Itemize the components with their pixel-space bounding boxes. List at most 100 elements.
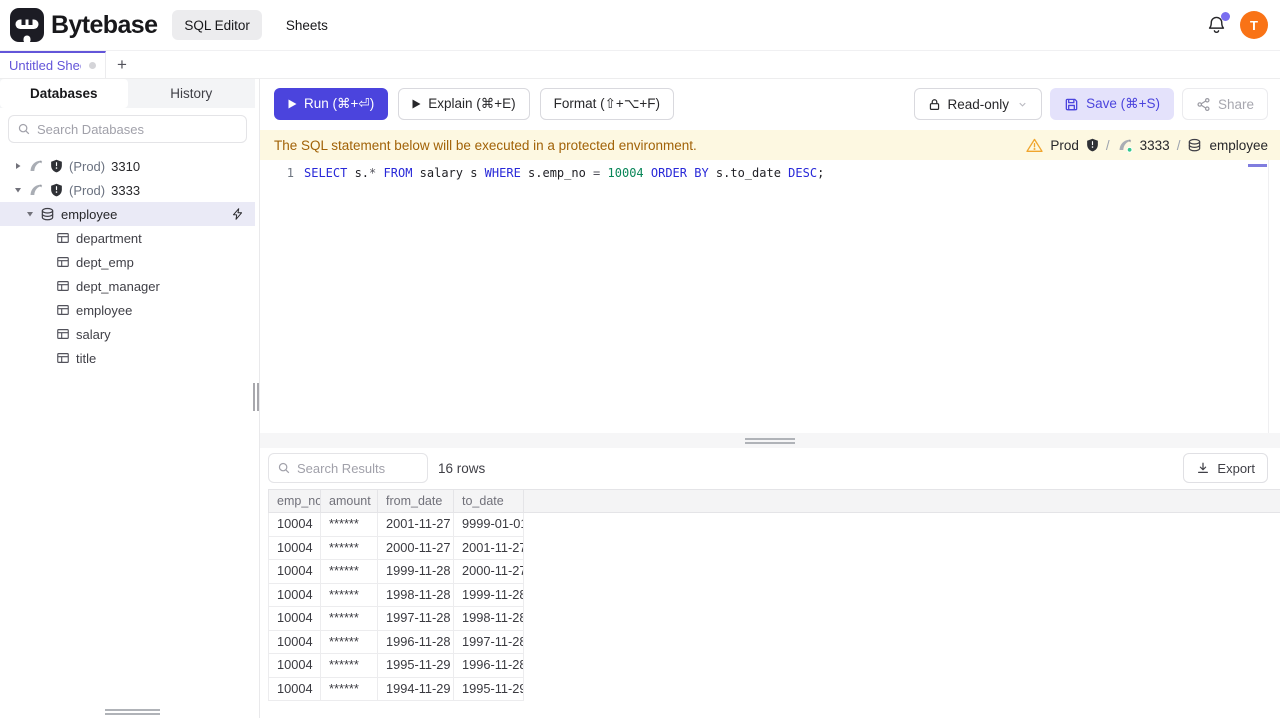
new-sheet-button[interactable]: +	[106, 51, 138, 78]
table-name: salary	[76, 326, 111, 342]
table-row[interactable]: 10004 ****** 2000-11-27 2001-11-27	[268, 536, 524, 560]
save-button[interactable]: Save (⌘+S)	[1050, 88, 1174, 120]
table-row[interactable]: 10004 ****** 2001-11-27 9999-01-01	[268, 513, 524, 537]
cell[interactable]: ******	[321, 607, 378, 631]
download-icon	[1196, 461, 1210, 475]
cell[interactable]: ******	[321, 513, 378, 537]
user-avatar[interactable]: T	[1240, 11, 1268, 39]
sidebar-bottom-resize-handle[interactable]	[105, 709, 160, 715]
share-button[interactable]: Share	[1181, 88, 1268, 120]
caret-right-icon[interactable]	[14, 162, 22, 170]
database-search	[8, 115, 247, 143]
tree-item-table[interactable]: dept_manager	[0, 274, 255, 298]
results-search	[268, 453, 428, 483]
notification-badge	[1221, 12, 1230, 21]
results-search-input[interactable]	[297, 460, 419, 476]
nav-item-sheets[interactable]: Sheets	[274, 10, 340, 40]
caret-down-icon[interactable]	[14, 186, 22, 194]
cell[interactable]: 1998-11-28	[454, 607, 524, 631]
tab-databases[interactable]: Databases	[0, 79, 128, 108]
cell[interactable]: ******	[321, 677, 378, 701]
cell[interactable]: 10004	[269, 536, 321, 560]
cell[interactable]: 1999-11-28	[454, 583, 524, 607]
tree-item-table[interactable]: salary	[0, 322, 255, 346]
export-button[interactable]: Export	[1183, 453, 1268, 483]
sidebar-resize-handle[interactable]	[253, 383, 259, 411]
tab-history[interactable]: History	[128, 79, 256, 108]
cell[interactable]: 10004	[269, 607, 321, 631]
cell[interactable]: 1995-11-29	[378, 654, 454, 678]
protection-banner: The SQL statement below will be executed…	[260, 130, 1280, 160]
readonly-mode-dropdown[interactable]: Read-only	[913, 88, 1043, 120]
sheet-tab-untitled[interactable]: Untitled Sheet	[0, 51, 106, 78]
table-row[interactable]: 10004 ****** 1996-11-28 1997-11-28	[268, 630, 524, 654]
tree-item-table[interactable]: employee	[0, 298, 255, 322]
table-row[interactable]: 10004 ****** 1994-11-29 1995-11-29	[268, 677, 524, 701]
column-header-from_date[interactable]: from_date	[378, 490, 454, 512]
table-row[interactable]: 10004 ****** 1999-11-28 2000-11-27	[268, 560, 524, 584]
cell[interactable]: ******	[321, 630, 378, 654]
cell[interactable]: 2000-11-27	[454, 560, 524, 584]
database-label[interactable]: employee	[1209, 138, 1268, 153]
cell[interactable]: 1995-11-29	[454, 677, 524, 701]
editor-results-resize-handle[interactable]	[745, 437, 795, 444]
database-icon	[1187, 138, 1202, 153]
nav-item-sql-editor[interactable]: SQL Editor	[172, 10, 262, 40]
table-row[interactable]: 10004 ****** 1997-11-28 1998-11-28	[268, 607, 524, 631]
cell[interactable]: 1999-11-28	[378, 560, 454, 584]
cell[interactable]: 2001-11-27	[454, 536, 524, 560]
run-button[interactable]: Run (⌘+⏎)	[274, 88, 389, 120]
cell[interactable]: 9999-01-01	[454, 513, 524, 537]
cell[interactable]: 1997-11-28	[378, 607, 454, 631]
tree-item-instance[interactable]: (Prod) 3333	[0, 178, 255, 202]
tree-item-table[interactable]: department	[0, 226, 255, 250]
tree-item-instance[interactable]: (Prod) 3310	[0, 154, 255, 178]
cell[interactable]: 10004	[269, 654, 321, 678]
cell[interactable]: 10004	[269, 560, 321, 584]
cell[interactable]: 1998-11-28	[378, 583, 454, 607]
connection-breadcrumb: Prod / 3333 / employee	[1026, 137, 1268, 153]
format-button[interactable]: Format (⇧+⌥+F)	[539, 88, 675, 120]
brand[interactable]: Bytebase	[10, 8, 158, 42]
instance-label[interactable]: 3333	[1140, 138, 1170, 153]
tree-item-database[interactable]: employee	[0, 202, 255, 226]
lightning-icon[interactable]	[231, 207, 244, 221]
cell[interactable]: ******	[321, 654, 378, 678]
mysql-icon	[28, 158, 44, 174]
main-panel: Run (⌘+⏎) Explain (⌘+E) Format (⇧+⌥+F) R…	[259, 79, 1280, 718]
cell[interactable]: 2001-11-27	[378, 513, 454, 537]
database-search-input[interactable]	[37, 121, 238, 137]
cell[interactable]: 1996-11-28	[378, 630, 454, 654]
cell[interactable]: 2000-11-27	[378, 536, 454, 560]
code-line: 1 SELECT s.* FROM salary s WHERE s.emp_n…	[260, 163, 1280, 184]
cell[interactable]: 10004	[269, 677, 321, 701]
sidebar-tabs: Databases History	[0, 79, 255, 108]
notification-bell-button[interactable]	[1207, 12, 1230, 35]
editor-results-divider	[260, 433, 1280, 448]
table-icon	[56, 231, 70, 245]
tree-item-table[interactable]: title	[0, 346, 255, 370]
results-table-header: emp_no amount from_date to_date	[268, 489, 1280, 513]
cell[interactable]: ******	[321, 583, 378, 607]
cell[interactable]: 10004	[269, 583, 321, 607]
cell[interactable]: ******	[321, 536, 378, 560]
cell[interactable]: 10004	[269, 513, 321, 537]
cell[interactable]: 1994-11-29	[378, 677, 454, 701]
cell[interactable]: 10004	[269, 630, 321, 654]
column-header-to_date[interactable]: to_date	[454, 490, 524, 512]
instance-name: 3310	[111, 158, 141, 174]
table-name: title	[76, 350, 97, 366]
table-row[interactable]: 10004 ****** 1998-11-28 1999-11-28	[268, 583, 524, 607]
tree-item-table[interactable]: dept_emp	[0, 250, 255, 274]
sql-editor[interactable]: 1 SELECT s.* FROM salary s WHERE s.emp_n…	[260, 160, 1280, 433]
environment-label[interactable]: Prod	[1050, 138, 1079, 153]
column-header-emp_no[interactable]: emp_no	[269, 490, 321, 512]
minimap-cursor-mark	[1248, 164, 1267, 167]
caret-down-icon[interactable]	[26, 210, 34, 218]
cell[interactable]: ******	[321, 560, 378, 584]
column-header-amount[interactable]: amount	[321, 490, 378, 512]
explain-button[interactable]: Explain (⌘+E)	[398, 88, 530, 120]
table-row[interactable]: 10004 ****** 1995-11-29 1996-11-28	[268, 654, 524, 678]
cell[interactable]: 1997-11-28	[454, 630, 524, 654]
cell[interactable]: 1996-11-28	[454, 654, 524, 678]
